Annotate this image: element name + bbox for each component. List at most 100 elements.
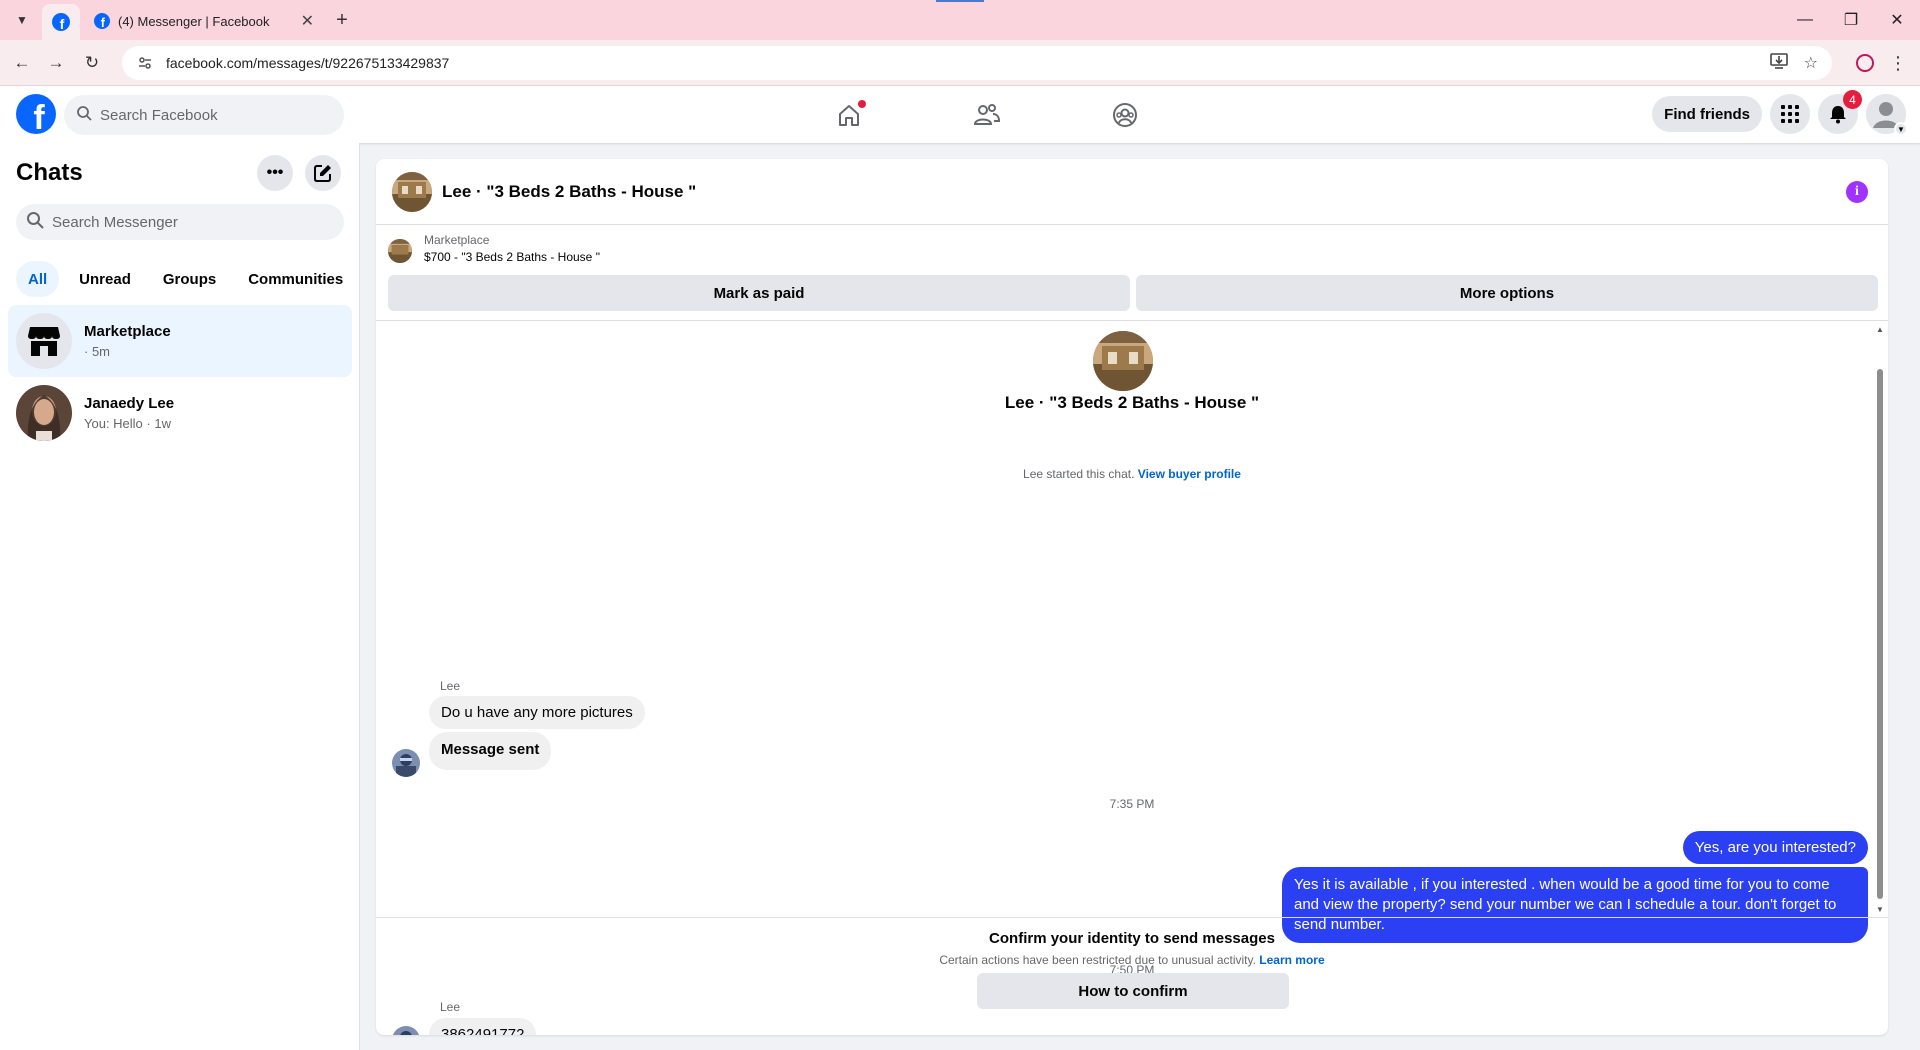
facebook-search-input[interactable]: Search Facebook (64, 95, 344, 135)
tab-pinned-facebook[interactable]: f (42, 4, 80, 40)
listing-thumbnail[interactable] (392, 171, 432, 212)
confirm-title: Confirm your identity to send messages (989, 930, 1275, 947)
more-options-button[interactable]: More options (1136, 275, 1878, 311)
minimize-icon[interactable]: — (1782, 0, 1828, 40)
chat-preview: You: Hello · 1w (84, 416, 171, 431)
messenger-search-input[interactable]: Search Messenger (16, 204, 344, 240)
chevron-down-icon: ▼ (1894, 122, 1908, 136)
confirm-sub-text: Certain actions have been restricted due… (939, 953, 1256, 967)
facebook-header: f Search Facebook Find friends 4 ▼ (0, 86, 1920, 143)
mark-as-paid-button[interactable]: Mark as paid (388, 275, 1130, 311)
chat-center-title: Lee · "3 Beds 2 Baths - House " (1004, 393, 1260, 412)
chat-item-marketplace[interactable]: Marketplace · 5m (8, 305, 352, 377)
chat-started-notice: Lee started this chat. View buyer profil… (376, 467, 1888, 481)
groups-icon (1113, 102, 1137, 127)
conversation-title[interactable]: Lee · "3 Beds 2 Baths - House " (442, 182, 696, 202)
header-right: Find friends 4 ▼ (1652, 90, 1908, 136)
scroll-down-arrow-icon[interactable]: ▼ (1876, 905, 1884, 914)
new-message-icon[interactable] (305, 155, 341, 191)
message-scrollbar[interactable]: ▲ ▼ (1874, 325, 1886, 915)
chat-item-janaedy-lee[interactable]: Janaedy Lee You: Hello · 1w (8, 377, 352, 449)
bookmark-star-icon[interactable]: ☆ (1804, 53, 1818, 73)
scrollbar-thumb[interactable] (1877, 369, 1883, 899)
lee-avatar[interactable] (392, 749, 420, 777)
started-text: Lee started this chat. (1023, 467, 1135, 481)
chat-filters: All Unread Groups Communities (16, 261, 355, 297)
menu-button[interactable] (1770, 94, 1810, 134)
install-app-icon[interactable] (1769, 52, 1788, 74)
scroll-up-arrow-icon[interactable]: ▲ (1876, 325, 1884, 334)
loading-indicator (936, 0, 984, 2)
timestamp: 7:35 PM (1109, 797, 1155, 811)
friends-icon (973, 103, 1001, 125)
outgoing-message[interactable]: Yes, are you interested? (1682, 831, 1868, 864)
facebook-favicon-icon: f (52, 13, 70, 31)
nav-home[interactable] (780, 86, 918, 143)
new-tab-button[interactable]: + (330, 8, 354, 32)
chats-sidebar: Chats ••• Search Messenger All Unread Gr… (0, 143, 360, 1050)
info-icon[interactable]: i (1846, 181, 1868, 203)
facebook-logo[interactable]: f (16, 94, 56, 134)
filter-all[interactable]: All (16, 261, 60, 297)
close-window-icon[interactable]: ✕ (1874, 0, 1920, 40)
marketplace-label: Marketplace (424, 233, 490, 247)
chat-preview: · 5m (84, 344, 110, 359)
facebook-search-placeholder: Search Facebook (100, 106, 218, 124)
home-notification-dot (858, 100, 866, 108)
conversation-panel: Lee · "3 Beds 2 Baths - House " i Market… (376, 159, 1888, 1035)
incoming-message[interactable]: Message sent (429, 732, 552, 770)
listing-avatar-large (1093, 331, 1153, 391)
incoming-message[interactable]: Do u have any more pictures (429, 696, 645, 729)
learn-more-link[interactable]: Learn more (1259, 953, 1324, 967)
chats-title: Chats (16, 159, 83, 186)
tab-search-chevron-icon[interactable]: ▼ (10, 8, 34, 32)
sidebar-actions: ••• (257, 155, 341, 191)
search-icon (76, 105, 92, 125)
bell-icon (1830, 106, 1846, 124)
notification-badge: 4 (1843, 90, 1862, 109)
restore-icon[interactable]: ❐ (1828, 0, 1874, 40)
browser-tabbar: ▼ f f (4) Messenger | Facebook ✕ + — ❐ ✕ (0, 0, 1920, 40)
profile-icon[interactable] (1856, 54, 1874, 72)
more-options-icon[interactable]: ••• (257, 155, 293, 191)
facebook-favicon-icon: f (94, 13, 110, 29)
browser-menu-icon[interactable]: ⋮ (1886, 51, 1910, 75)
filter-groups[interactable]: Groups (151, 261, 228, 297)
url-text: facebook.com/messages/t/922675133429837 (166, 55, 450, 71)
forward-arrow-icon[interactable]: → (44, 51, 68, 75)
nav-friends[interactable] (918, 86, 1056, 143)
marketplace-avatar (16, 313, 72, 369)
conversation-header: Lee · "3 Beds 2 Baths - House " i (376, 159, 1888, 225)
window-controls: — ❐ ✕ (1782, 0, 1920, 40)
chat-name: Marketplace (84, 323, 171, 340)
listing-small-thumbnail (388, 239, 412, 263)
search-icon (26, 211, 44, 233)
message-list[interactable]: Lee · "3 Beds 2 Baths - House " Lee star… (376, 321, 1888, 1035)
tab-messenger[interactable]: f (4) Messenger | Facebook ✕ (84, 4, 324, 38)
chat-name: Janaedy Lee (84, 395, 175, 412)
find-friends-button[interactable]: Find friends (1652, 96, 1762, 132)
message-sender: Lee (440, 679, 461, 693)
filter-unread[interactable]: Unread (67, 261, 143, 297)
main-nav (780, 86, 1194, 143)
filter-communities[interactable]: Communities (236, 261, 355, 297)
messenger-search-placeholder: Search Messenger (52, 213, 178, 231)
identity-confirm-area: Confirm your identity to send messages C… (376, 917, 1888, 1035)
omnibox-actions: ☆ (1769, 46, 1818, 80)
marketplace-listing-row[interactable]: Marketplace $700 - "3 Beds 2 Baths - Hou… (388, 233, 600, 264)
tab-title: (4) Messenger | Facebook (118, 13, 270, 29)
svg-text:f: f (60, 16, 65, 31)
back-arrow-icon[interactable]: ← (10, 51, 34, 75)
address-bar[interactable]: facebook.com/messages/t/922675133429837 … (122, 46, 1832, 80)
how-to-confirm-button[interactable]: How to confirm (977, 973, 1289, 1009)
close-tab-icon[interactable]: ✕ (301, 11, 314, 31)
confirm-subtitle: Certain actions have been restricted due… (376, 953, 1888, 967)
notifications-button[interactable]: 4 (1818, 90, 1862, 134)
account-avatar[interactable]: ▼ (1866, 94, 1908, 136)
janaedy-lee-avatar (16, 385, 72, 441)
view-buyer-profile-link[interactable]: View buyer profile (1138, 467, 1241, 481)
site-info-icon[interactable] (136, 54, 154, 72)
nav-groups[interactable] (1056, 86, 1194, 143)
listing-price-title: $700 - "3 Beds 2 Baths - House " (424, 250, 600, 264)
reload-icon[interactable]: ↻ (80, 51, 104, 75)
